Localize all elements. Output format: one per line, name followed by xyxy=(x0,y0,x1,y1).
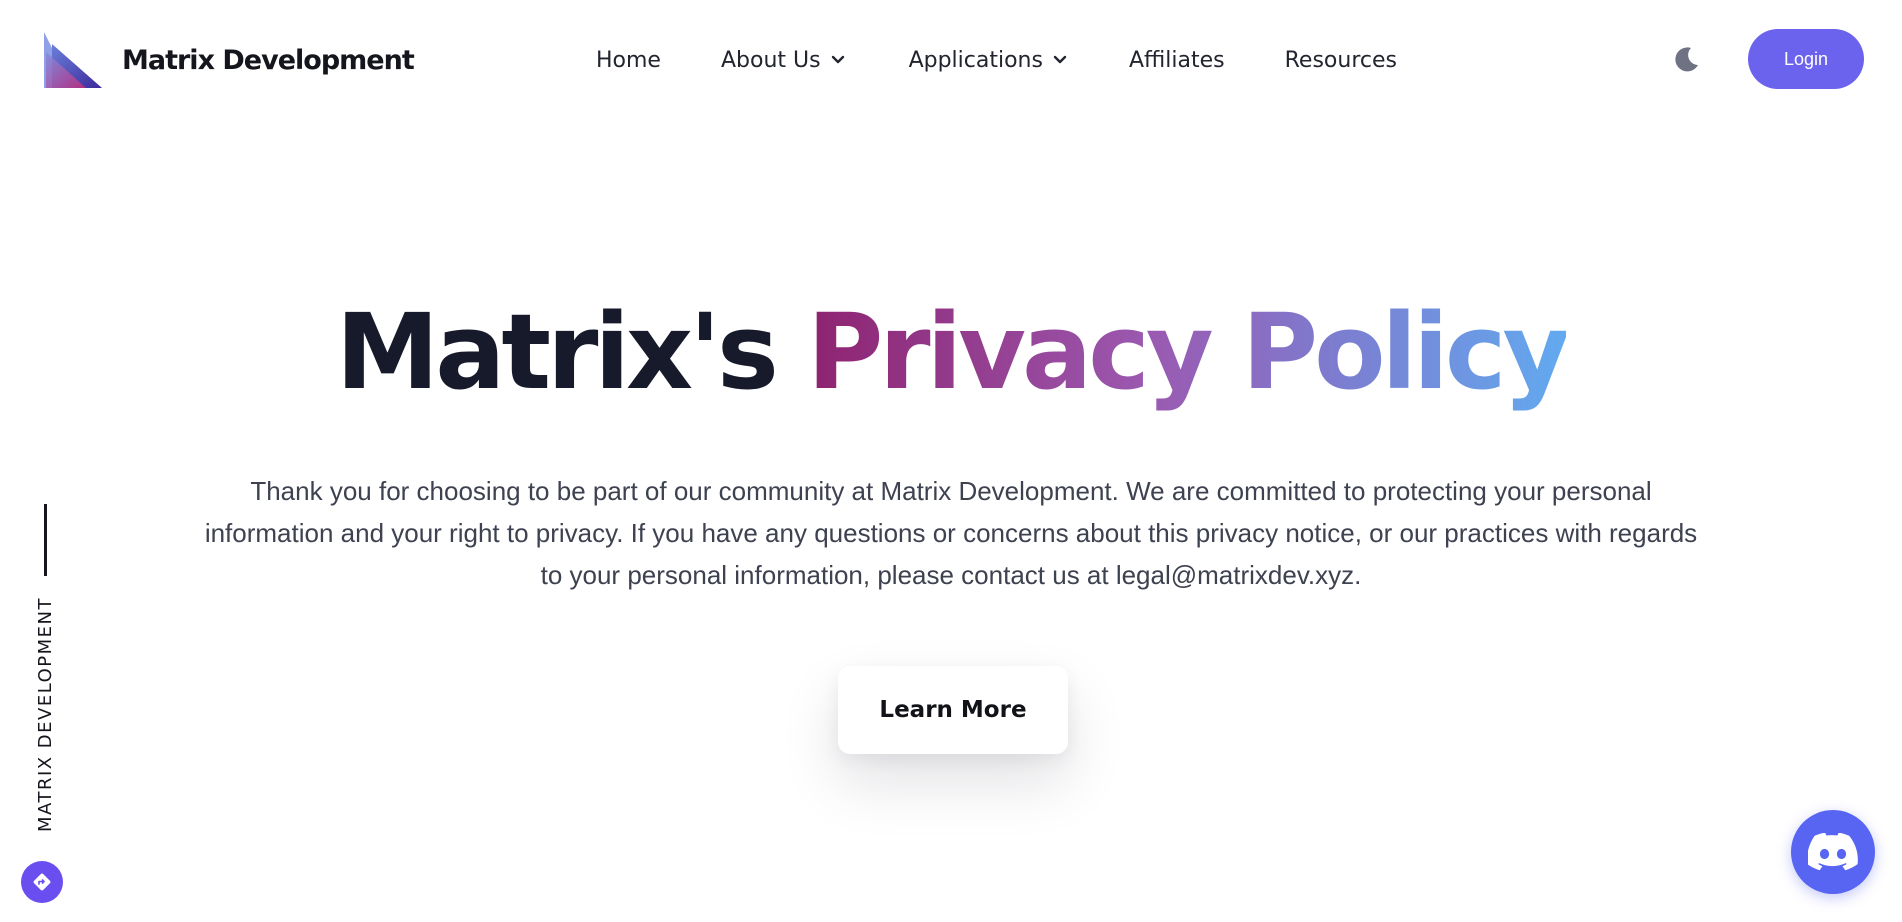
nav-item-label: About Us xyxy=(720,47,821,73)
side-divider xyxy=(44,504,47,576)
discord-button[interactable] xyxy=(1791,810,1875,894)
nav-item-applications[interactable]: Applications xyxy=(909,48,1067,73)
side-vertical-label: MATRIX DEVELOPMENT xyxy=(35,596,56,832)
nav-item-label: Affiliates xyxy=(1128,47,1225,73)
page-title: Matrix's Privacy Policy xyxy=(0,288,1902,416)
nav-item-affiliates[interactable]: Affiliates xyxy=(1129,48,1225,73)
nav-item-resources[interactable]: Resources xyxy=(1285,48,1397,73)
learn-more-button[interactable]: Learn More xyxy=(838,666,1068,754)
title-plain: Matrix's xyxy=(335,291,779,413)
brand-link[interactable]: Matrix Development xyxy=(42,30,415,90)
nav-item-label: Home xyxy=(596,47,661,73)
login-button[interactable]: Login xyxy=(1748,29,1864,89)
cta-container: Learn More xyxy=(838,666,1068,754)
nav-item-home[interactable]: Home xyxy=(596,48,661,73)
brand-name: Matrix Development xyxy=(122,44,415,76)
moon-icon[interactable] xyxy=(1671,45,1701,75)
main-nav: Home About Us Applications Affiliates Re… xyxy=(596,40,1397,80)
discord-icon xyxy=(1808,833,1858,871)
matrix-triangle-logo-icon xyxy=(44,32,102,88)
diamond-arrow-icon xyxy=(33,873,51,891)
side-action-button[interactable] xyxy=(21,861,63,903)
title-highlight: Privacy Policy xyxy=(807,291,1570,413)
nav-item-label: Applications xyxy=(908,47,1043,73)
chevron-down-icon xyxy=(831,55,844,64)
nav-item-about-us[interactable]: About Us xyxy=(721,48,845,73)
site-header: Matrix Development Home About Us Applica… xyxy=(0,0,1902,120)
nav-item-label: Resources xyxy=(1284,47,1397,73)
page: Matrix Development Home About Us Applica… xyxy=(0,0,1902,922)
intro-paragraph: Thank you for choosing to be part of our… xyxy=(204,476,1698,590)
chevron-down-icon xyxy=(1053,55,1067,64)
